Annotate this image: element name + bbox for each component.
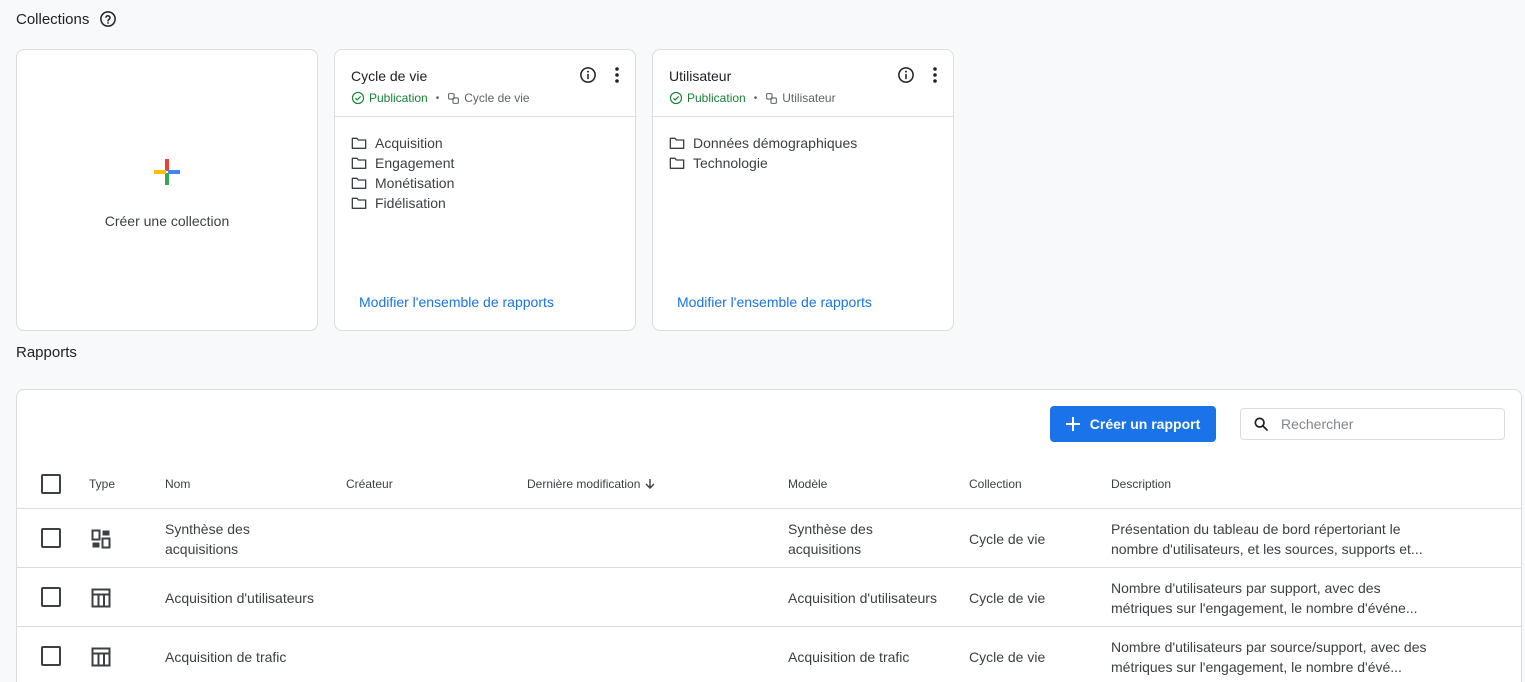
collection-card-header: Cycle de vie Publication • Cycle de vie bbox=[335, 50, 635, 117]
search-box[interactable] bbox=[1240, 408, 1505, 440]
create-report-button[interactable]: Créer un rapport bbox=[1050, 406, 1216, 442]
search-icon bbox=[1254, 417, 1268, 431]
select-all-checkbox[interactable] bbox=[41, 474, 61, 494]
more-vert-icon[interactable] bbox=[615, 67, 619, 83]
template-link-icon bbox=[766, 92, 778, 104]
collections-title-text: Collections bbox=[16, 10, 90, 28]
report-description: Présentation du tableau de bord répertor… bbox=[1111, 520, 1423, 557]
collection-item[interactable]: Engagement bbox=[351, 153, 619, 173]
header-collection[interactable]: Collection bbox=[969, 459, 1022, 509]
collection-card-lifecycle: Cycle de vie Publication • Cycle de vie … bbox=[334, 49, 636, 331]
folder-icon bbox=[669, 157, 685, 169]
more-vert-icon[interactable] bbox=[933, 67, 937, 83]
folder-icon bbox=[351, 197, 367, 209]
colorful-plus-icon bbox=[154, 159, 180, 185]
reports-panel: Créer un rapport Type Nom Créateur Derni… bbox=[16, 389, 1522, 682]
separator-dot: • bbox=[753, 92, 758, 104]
table-icon bbox=[91, 568, 111, 627]
report-collection: Cycle de vie bbox=[969, 530, 1046, 547]
collection-item[interactable]: Fidélisation bbox=[351, 193, 619, 213]
edit-report-set-link[interactable]: Modifier l'ensemble de rapports bbox=[677, 294, 872, 310]
folder-icon bbox=[351, 177, 367, 189]
template-link-icon bbox=[448, 92, 460, 104]
header-template[interactable]: Modèle bbox=[788, 459, 827, 509]
collection-item[interactable]: Acquisition bbox=[351, 133, 619, 153]
row-checkbox[interactable] bbox=[41, 587, 61, 607]
report-name[interactable]: Acquisition d'utilisateurs bbox=[165, 568, 314, 627]
collection-card-body: Données démographiques Technologie bbox=[653, 117, 953, 173]
info-icon[interactable] bbox=[897, 66, 915, 84]
folder-icon bbox=[669, 137, 685, 149]
table-header: Type Nom Créateur Dernière modification … bbox=[17, 459, 1521, 509]
report-template: Acquisition de trafic bbox=[788, 648, 910, 665]
collection-item[interactable]: Données démographiques bbox=[669, 133, 937, 153]
separator-dot: • bbox=[435, 92, 440, 104]
collection-card-body: Acquisition Engagement Monétisation Fidé… bbox=[335, 117, 635, 213]
help-circle-icon[interactable] bbox=[99, 10, 117, 28]
report-name[interactable]: Acquisition de trafic bbox=[165, 627, 286, 682]
header-creator[interactable]: Créateur bbox=[346, 459, 393, 509]
report-collection: Cycle de vie bbox=[969, 589, 1046, 606]
folder-icon bbox=[351, 137, 367, 149]
row-checkbox[interactable] bbox=[41, 528, 61, 548]
status-badge: Publication bbox=[351, 91, 428, 105]
template-tag: Cycle de vie bbox=[447, 91, 530, 105]
header-type[interactable]: Type bbox=[89, 459, 115, 509]
collections-title: Collections bbox=[16, 10, 117, 28]
report-name[interactable]: Synthèse des acquisitions bbox=[165, 509, 285, 568]
create-collection-card[interactable]: Créer une collection bbox=[16, 49, 318, 331]
reports-title: Rapports bbox=[16, 344, 77, 361]
folder-icon bbox=[351, 157, 367, 169]
table-row[interactable]: Acquisition d'utilisateurs Acquisition d… bbox=[17, 568, 1521, 627]
template-tag: Utilisateur bbox=[765, 91, 836, 105]
report-description: Nombre d'utilisateurs par source/support… bbox=[1111, 638, 1427, 675]
arrow-down-icon bbox=[645, 479, 655, 489]
collection-item[interactable]: Monétisation bbox=[351, 173, 619, 193]
row-checkbox[interactable] bbox=[41, 646, 61, 666]
collection-card-header: Utilisateur Publication • Utilisateur bbox=[653, 50, 953, 117]
header-last-modified[interactable]: Dernière modification bbox=[527, 459, 656, 509]
collection-card-meta: Publication • Cycle de vie bbox=[351, 91, 619, 105]
create-collection-label: Créer une collection bbox=[104, 213, 230, 229]
dashboard-icon bbox=[91, 509, 111, 568]
report-template: Acquisition d'utilisateurs bbox=[788, 589, 937, 606]
collection-item[interactable]: Technologie bbox=[669, 153, 937, 173]
table-icon bbox=[91, 627, 111, 682]
status-badge: Publication bbox=[669, 91, 746, 105]
search-input[interactable] bbox=[1281, 416, 1481, 432]
report-description: Nombre d'utilisateurs par support, avec … bbox=[1111, 579, 1418, 616]
collection-card-meta: Publication • Utilisateur bbox=[669, 91, 937, 105]
table-row[interactable]: Acquisition de trafic Acquisition de tra… bbox=[17, 627, 1521, 682]
header-name[interactable]: Nom bbox=[165, 459, 190, 509]
info-icon[interactable] bbox=[579, 66, 597, 84]
collection-card-user: Utilisateur Publication • Utilisateur Do… bbox=[652, 49, 954, 331]
report-collection: Cycle de vie bbox=[969, 648, 1046, 665]
check-circle-icon bbox=[669, 91, 683, 105]
header-description[interactable]: Description bbox=[1111, 459, 1171, 509]
check-circle-icon bbox=[351, 91, 365, 105]
edit-report-set-link[interactable]: Modifier l'ensemble de rapports bbox=[359, 294, 554, 310]
report-template: Synthèse des acquisitions bbox=[788, 520, 873, 557]
plus-icon bbox=[1065, 417, 1080, 431]
table-row[interactable]: Synthèse des acquisitions Synthèse des a… bbox=[17, 509, 1521, 568]
